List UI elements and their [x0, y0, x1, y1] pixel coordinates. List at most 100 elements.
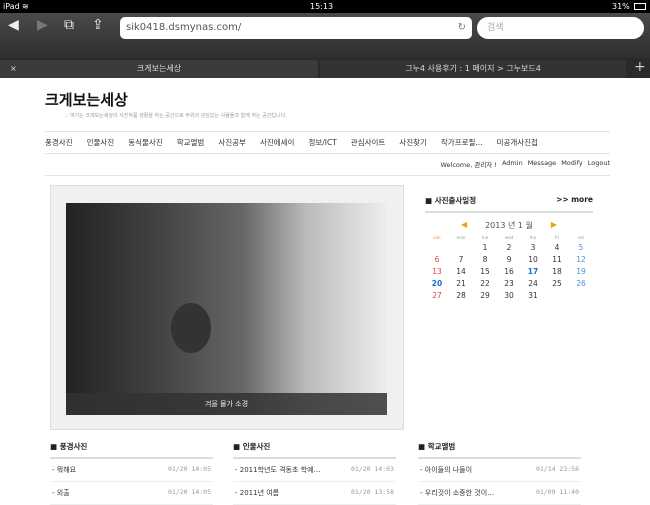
board-title[interactable]: ■ 풍경사진	[50, 441, 213, 459]
nav-item[interactable]: 사진공부	[218, 137, 246, 148]
new-tab-icon[interactable]: +	[634, 59, 646, 75]
item-date: 01/20 13:58	[350, 488, 394, 496]
board-item[interactable]: - 외출 01/20 14:05	[50, 482, 213, 505]
board-item[interactable]: - 2011년 여름 01/20 13:58	[233, 482, 396, 505]
board-item[interactable]: - 아이들의 나들이 01/14 23:56	[418, 459, 581, 482]
calendar-day[interactable]: 17	[521, 267, 545, 276]
board-title-text: ■ 인물사진	[233, 442, 271, 451]
calendar-day[interactable]: 8	[473, 255, 497, 264]
empty-cell	[449, 243, 473, 252]
board-title-text: ■ 학교앨범	[418, 442, 456, 451]
url-text: sik0418.dsmynas.com/	[126, 22, 242, 33]
item-title[interactable]: - 외출	[52, 488, 70, 498]
tab-active[interactable]: × 크게보는세상	[0, 60, 318, 78]
calendar-day[interactable]: 11	[545, 255, 569, 264]
calendar-day[interactable]: 9	[497, 255, 521, 264]
board-item[interactable]: - 뭐해요 01/20 14:05	[50, 459, 213, 482]
tab-bar: × 크게보는세상 그누4 사용후기 : 1 페이지 > 그누보드4 +	[0, 58, 650, 78]
more-link[interactable]: >> more	[556, 195, 593, 206]
calendar-day[interactable]: 12	[569, 255, 593, 264]
nav-item[interactable]: 정보/ICT	[308, 137, 336, 148]
calendar-day[interactable]: 20	[425, 279, 449, 288]
board-item[interactable]: - 우리것이 소중한 것이… 01/09 11:40	[418, 482, 581, 505]
prev-month-icon[interactable]: ◀	[461, 220, 467, 231]
day-name: sat	[577, 235, 585, 240]
site-subtitle: :: 여기는 크게보는세상의 사진작품 생활을 하는 공간으로 주위의 관심있는…	[65, 113, 287, 119]
tab-inactive[interactable]: 그누4 사용후기 : 1 페이지 > 그누보드4	[320, 60, 626, 78]
message-link[interactable]: Message	[528, 159, 557, 169]
board-title[interactable]: ■ 인물사진	[233, 441, 396, 459]
reload-icon[interactable]: ↻	[458, 17, 466, 39]
calendar-day[interactable]: 4	[545, 243, 569, 252]
status-bar: iPad ≋ 15:13 31%	[0, 0, 650, 13]
item-date: 01/20 14:03	[350, 465, 394, 473]
close-tab-icon[interactable]: ×	[10, 60, 17, 78]
back-icon[interactable]: ◀	[8, 17, 19, 33]
tab-label: 크게보는세상	[136, 64, 182, 73]
nav-item[interactable]: 사진에세이	[260, 137, 295, 148]
modify-link[interactable]: Modify	[561, 159, 583, 169]
nav-item[interactable]: 작가프로필...	[441, 137, 483, 148]
share-icon[interactable]: ⇪	[92, 17, 104, 33]
calendar-day[interactable]: 21	[449, 279, 473, 288]
nav-item[interactable]: 풍경사진	[45, 137, 73, 148]
calendar-day[interactable]: 19	[569, 267, 593, 276]
item-title[interactable]: - 뭐해요	[52, 465, 76, 475]
calendar-day[interactable]: 5	[569, 243, 593, 252]
calendar-day[interactable]: 23	[497, 279, 521, 288]
calendar-day[interactable]: 28	[449, 291, 473, 300]
calendar-title: ■ 사진출사일정	[425, 196, 477, 205]
logout-link[interactable]: Logout	[588, 159, 610, 169]
item-title[interactable]: - 2011년 여름	[235, 488, 279, 498]
url-field[interactable]: sik0418.dsmynas.com/ ↻	[120, 17, 472, 39]
main-nav: 풍경사진 인물사진 동식물사진 학교앨범 사진공부 사진에세이 정보/ICT 관심사이트 사진찾…	[45, 137, 538, 148]
bookmarks-icon[interactable]: ⧉	[64, 17, 74, 33]
item-date: 01/14 23:56	[535, 465, 579, 473]
next-month-icon[interactable]: ▶	[551, 220, 557, 231]
calendar-grid: sun mon tue wed thu fri sat 1 2 3 4 5 6 7 8 9 10 11 12 13 14…	[425, 235, 593, 300]
search-input[interactable]: 검색	[477, 17, 644, 39]
calendar-day[interactable]: 14	[449, 267, 473, 276]
site-title[interactable]: 크게보는세상	[45, 89, 128, 110]
calendar-day[interactable]: 3	[521, 243, 545, 252]
calendar-day[interactable]: 26	[569, 279, 593, 288]
board-section: ■ 학교앨범 - 아이들의 나들이 01/14 23:56 - 우리것이 소중한 것이…	[418, 441, 581, 505]
calendar-day[interactable]: 1	[473, 243, 497, 252]
admin-link[interactable]: Admin	[502, 159, 523, 169]
calendar-day[interactable]: 10	[521, 255, 545, 264]
calendar-day[interactable]: 13	[425, 267, 449, 276]
nav-item[interactable]: 학교앨범	[177, 137, 205, 148]
item-title[interactable]: - 아이들의 나들이	[420, 465, 472, 475]
calendar-day[interactable]: 7	[449, 255, 473, 264]
calendar-day[interactable]: 6	[425, 255, 449, 264]
day-name: fri	[554, 235, 560, 240]
battery-icon	[634, 3, 646, 10]
calendar-day[interactable]: 15	[473, 267, 497, 276]
featured-photo[interactable]: 겨울 물가 소경	[66, 203, 387, 415]
nav-item[interactable]: 동식물사진	[128, 137, 163, 148]
forward-icon[interactable]: ▶	[37, 17, 48, 33]
clock: 15:13	[310, 2, 334, 11]
calendar-day[interactable]: 24	[521, 279, 545, 288]
calendar-day[interactable]: 22	[473, 279, 497, 288]
calendar-day[interactable]: 31	[521, 291, 545, 300]
empty-cell	[425, 243, 449, 252]
calendar-day[interactable]: 29	[473, 291, 497, 300]
device-label: iPad	[3, 2, 20, 11]
calendar-day[interactable]: 25	[545, 279, 569, 288]
calendar-day[interactable]: 30	[497, 291, 521, 300]
calendar-day[interactable]: 2	[497, 243, 521, 252]
nav-item[interactable]: 관심사이트	[351, 137, 386, 148]
item-title[interactable]: - 2011학년도 격동초 학예…	[235, 465, 321, 475]
calendar-day[interactable]: 18	[545, 267, 569, 276]
nav-item[interactable]: 인물사진	[87, 137, 115, 148]
nav-item[interactable]: 미공개사진첩	[497, 137, 538, 148]
user-menu: Welcome, 관리자 ! Admin Message Modify Logo…	[440, 159, 610, 169]
day-name: tue	[481, 235, 489, 240]
calendar-day[interactable]: 16	[497, 267, 521, 276]
item-title[interactable]: - 우리것이 소중한 것이…	[420, 488, 494, 498]
calendar-day[interactable]: 27	[425, 291, 449, 300]
board-item[interactable]: - 2011학년도 격동초 학예… 01/20 14:03	[233, 459, 396, 482]
board-title[interactable]: ■ 학교앨범	[418, 441, 581, 459]
nav-item[interactable]: 사진찾기	[399, 137, 427, 148]
